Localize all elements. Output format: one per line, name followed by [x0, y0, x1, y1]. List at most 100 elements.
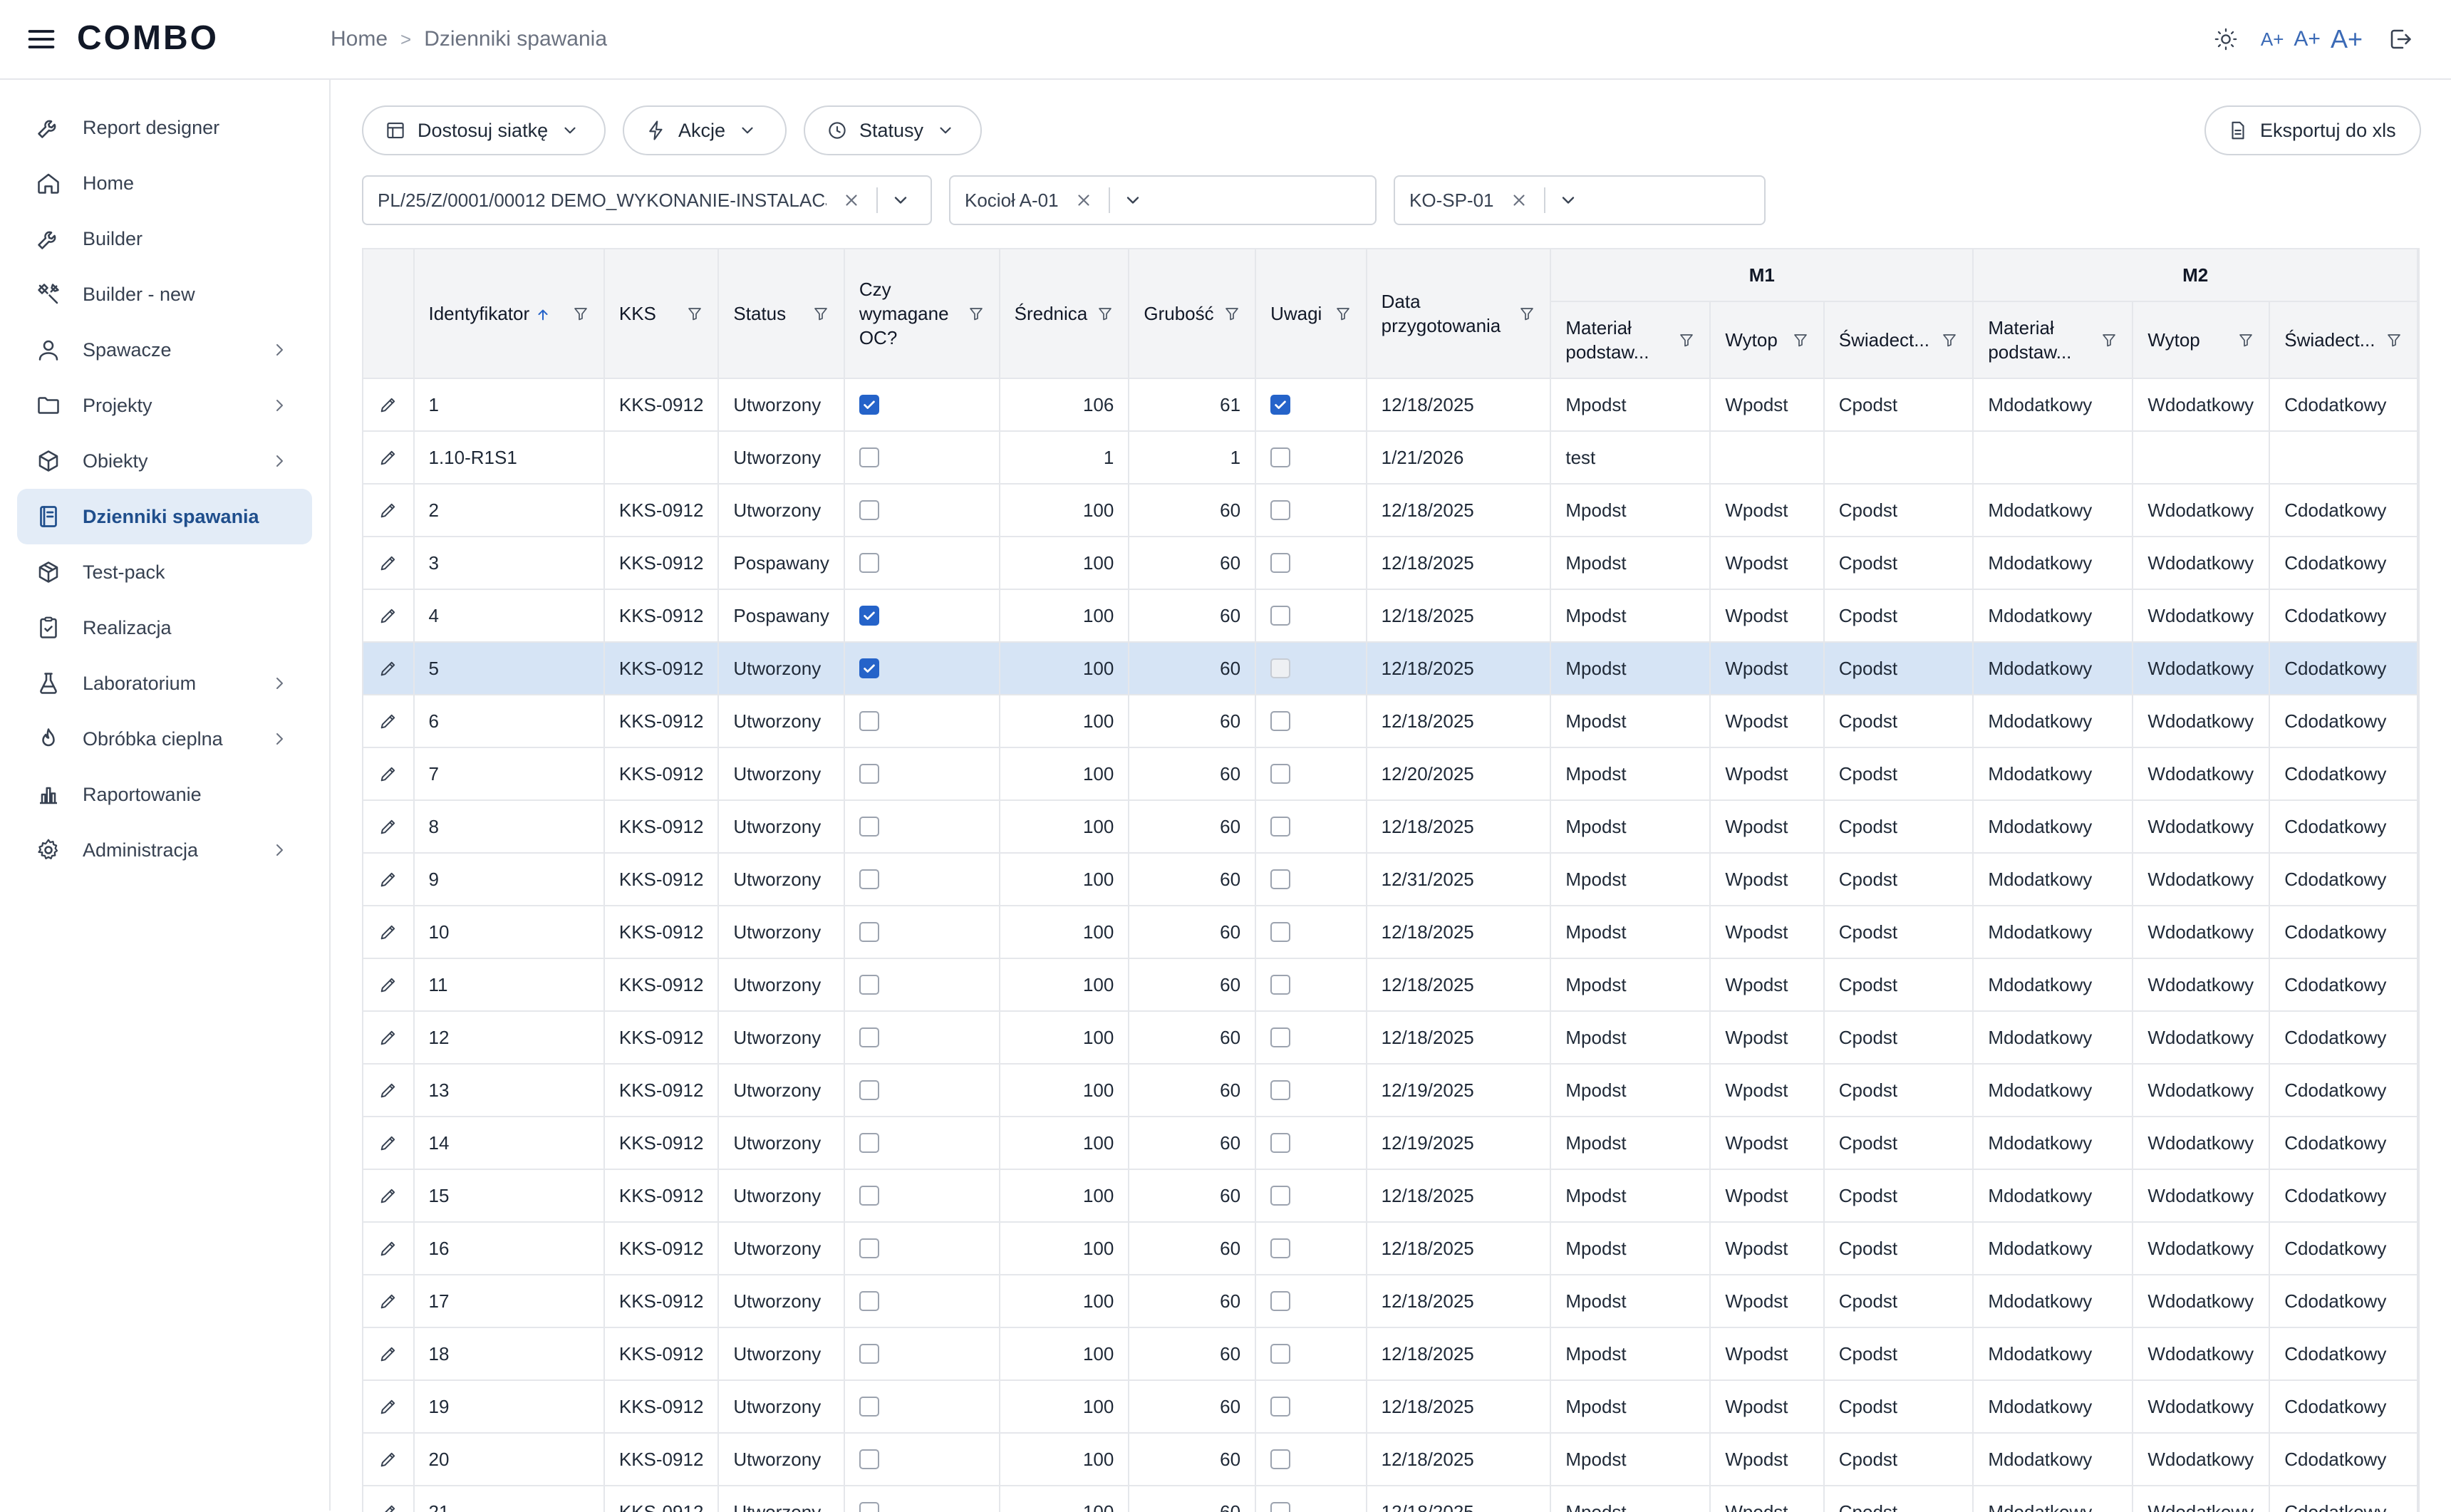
edit-pencil-icon[interactable]	[378, 447, 398, 467]
sidebar-item-spawacze[interactable]: Spawacze	[17, 322, 312, 378]
filter-icon[interactable]	[1518, 305, 1535, 322]
font-size-large-button[interactable]: A+	[2331, 24, 2363, 54]
header-status[interactable]: Status	[718, 249, 845, 379]
sidebar-item-raportowanie[interactable]: Raportowanie	[17, 767, 312, 822]
edit-pencil-icon[interactable]	[378, 975, 398, 995]
oc-checkbox[interactable]	[859, 817, 879, 837]
filter-icon[interactable]	[1335, 305, 1352, 322]
system-filter-select[interactable]: KO-SP-01	[1394, 175, 1766, 225]
header-grubosc[interactable]: Grubość	[1129, 249, 1257, 379]
filter-icon[interactable]	[686, 305, 703, 322]
table-row[interactable]: 17 KKS-0912 Utworzony 100 60 12/18/2025 Mpodst…	[363, 1275, 2418, 1328]
filter-icon[interactable]	[1223, 305, 1240, 322]
edit-cell[interactable]	[363, 1433, 415, 1486]
uwagi-checkbox[interactable]	[1270, 447, 1291, 467]
edit-pencil-icon[interactable]	[378, 1238, 398, 1258]
oc-checkbox[interactable]	[859, 1133, 879, 1153]
oc-checkbox[interactable]	[859, 711, 879, 731]
table-row[interactable]: 8 KKS-0912 Utworzony 100 60 12/18/2025 Mpodst W…	[363, 800, 2418, 854]
oc-checkbox[interactable]	[859, 1397, 879, 1417]
clear-icon[interactable]	[1510, 191, 1528, 209]
edit-pencil-icon[interactable]	[378, 1080, 398, 1100]
oc-checkbox[interactable]	[859, 606, 879, 626]
header-identyfikator[interactable]: Identyfikator	[413, 249, 605, 379]
edit-cell[interactable]	[363, 1117, 415, 1170]
edit-pencil-icon[interactable]	[378, 606, 398, 626]
header-srednica[interactable]: Średnica	[999, 249, 1130, 379]
table-row[interactable]: 20 KKS-0912 Utworzony 100 60 12/18/2025 Mpodst…	[363, 1433, 2418, 1486]
edit-pencil-icon[interactable]	[378, 764, 398, 784]
filter-icon[interactable]	[2237, 331, 2254, 348]
edit-cell[interactable]	[363, 1327, 415, 1381]
edit-pencil-icon[interactable]	[378, 817, 398, 837]
font-size-small-button[interactable]: A+	[2261, 29, 2284, 51]
table-row[interactable]: 6 KKS-0912 Utworzony 100 60 12/18/2025 Mpodst W…	[363, 695, 2418, 748]
export-xls-button[interactable]: Eksportuj do xls	[2204, 105, 2421, 155]
table-row[interactable]: 9 KKS-0912 Utworzony 100 60 12/31/2025 Mpodst W…	[363, 853, 2418, 906]
uwagi-checkbox[interactable]	[1270, 764, 1291, 784]
actions-button[interactable]: Akcje	[623, 105, 787, 155]
edit-cell[interactable]	[363, 695, 415, 748]
edit-pencil-icon[interactable]	[378, 869, 398, 889]
sidebar-item-dzienniki-spawania[interactable]: Dzienniki spawania	[17, 489, 312, 544]
hamburger-menu-icon[interactable]	[26, 24, 57, 55]
table-row[interactable]: 15 KKS-0912 Utworzony 100 60 12/18/2025 Mpodst…	[363, 1169, 2418, 1223]
table-row[interactable]: 3 KKS-0912 Pospawany 100 60 12/18/2025 Mpodst W…	[363, 537, 2418, 590]
sidebar-item-home[interactable]: Home	[17, 155, 312, 211]
uwagi-checkbox[interactable]	[1270, 922, 1291, 942]
uwagi-checkbox[interactable]	[1270, 1397, 1291, 1417]
table-row[interactable]: 1.10-R1S1 Utworzony 1 1 1/21/2026 test	[363, 431, 2418, 485]
header-m1-swiadectwo[interactable]: Świadect...	[1823, 301, 1974, 379]
edit-cell[interactable]	[363, 747, 415, 801]
sidebar-item-builder[interactable]: Builder	[17, 211, 312, 266]
uwagi-checkbox[interactable]	[1270, 658, 1291, 678]
sidebar-item-realizacja[interactable]: Realizacja	[17, 600, 312, 656]
clear-icon[interactable]	[1074, 191, 1093, 209]
edit-pencil-icon[interactable]	[378, 711, 398, 731]
table-row[interactable]: 14 KKS-0912 Utworzony 100 60 12/19/2025 Mpodst…	[363, 1117, 2418, 1170]
edit-pencil-icon[interactable]	[378, 1133, 398, 1153]
sort-ascending-icon[interactable]	[535, 307, 551, 323]
object-filter-select[interactable]: Kocioł A-01	[949, 175, 1377, 225]
chevron-down-icon[interactable]	[1558, 190, 1578, 210]
statuses-button[interactable]: Statusy	[804, 105, 982, 155]
uwagi-checkbox[interactable]	[1270, 817, 1291, 837]
font-size-medium-button[interactable]: A+	[2294, 27, 2321, 51]
table-row[interactable]: 5 KKS-0912 Utworzony 100 60 12/18/2025 Mpodst W…	[363, 642, 2418, 695]
table-row[interactable]: 2 KKS-0912 Utworzony 100 60 12/18/2025 Mpodst W…	[363, 484, 2418, 537]
oc-checkbox[interactable]	[859, 922, 879, 942]
edit-cell[interactable]	[363, 958, 415, 1012]
uwagi-checkbox[interactable]	[1270, 1238, 1291, 1258]
oc-checkbox[interactable]	[859, 1291, 879, 1311]
header-kks[interactable]: KKS	[603, 249, 720, 379]
table-row[interactable]: 10 KKS-0912 Utworzony 100 60 12/18/2025 Mpodst…	[363, 906, 2418, 959]
header-m1-wytop[interactable]: Wytop	[1710, 301, 1825, 379]
uwagi-checkbox[interactable]	[1270, 553, 1291, 573]
edit-cell[interactable]	[363, 1486, 415, 1512]
sidebar-item-obiekty[interactable]: Obiekty	[17, 433, 312, 489]
header-m1-material[interactable]: Materiał podstaw...	[1550, 301, 1711, 379]
uwagi-checkbox[interactable]	[1270, 1133, 1291, 1153]
header-m2-material[interactable]: Materiał podstaw...	[1973, 301, 2134, 379]
edit-cell[interactable]	[363, 1169, 415, 1223]
uwagi-checkbox[interactable]	[1270, 869, 1291, 889]
oc-checkbox[interactable]	[859, 1344, 879, 1364]
header-czy-wymagane-oc[interactable]: Czy wymagane OC?	[844, 249, 1000, 379]
edit-pencil-icon[interactable]	[378, 1449, 398, 1469]
uwagi-checkbox[interactable]	[1270, 1291, 1291, 1311]
project-filter-select[interactable]: PL/25/Z/0001/00012 DEMO_WYKONANIE-INSTAL…	[362, 175, 932, 225]
edit-pencil-icon[interactable]	[378, 500, 398, 520]
edit-cell[interactable]	[363, 1222, 415, 1275]
edit-pencil-icon[interactable]	[378, 1397, 398, 1417]
logout-icon[interactable]	[2381, 20, 2420, 58]
app-logo[interactable]: COMBO	[77, 19, 219, 58]
oc-checkbox[interactable]	[859, 1080, 879, 1100]
oc-checkbox[interactable]	[859, 869, 879, 889]
theme-toggle-sun-icon[interactable]	[2207, 20, 2245, 58]
table-row[interactable]: 11 KKS-0912 Utworzony 100 60 12/18/2025 Mpodst…	[363, 958, 2418, 1012]
uwagi-checkbox[interactable]	[1270, 1449, 1291, 1469]
oc-checkbox[interactable]	[859, 1186, 879, 1206]
uwagi-checkbox[interactable]	[1270, 606, 1291, 626]
filter-icon[interactable]	[2385, 331, 2403, 348]
header-m2-swiadectwo[interactable]: Świadect...	[2269, 301, 2418, 379]
